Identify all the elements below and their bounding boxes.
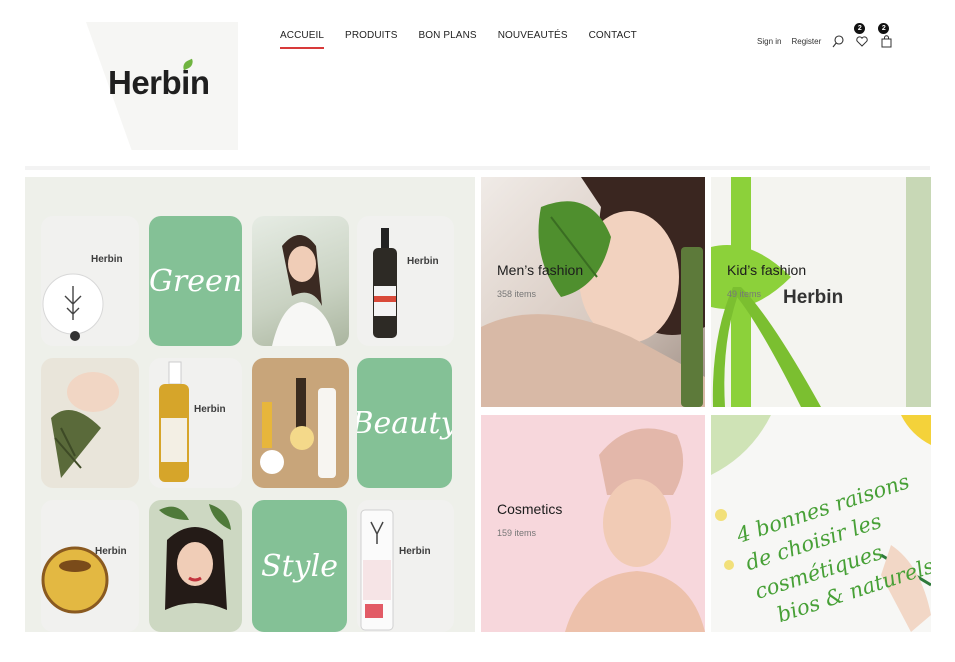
tile-word-beauty: Beauty	[357, 405, 452, 441]
wishlist-button[interactable]: 2	[854, 23, 869, 48]
woman-leaves-tile	[149, 500, 242, 632]
header-divider	[25, 166, 930, 170]
model-photo-tile	[252, 216, 349, 346]
tile-green: Green	[149, 216, 242, 346]
woman-portrait-image	[272, 235, 336, 346]
tile-beauty: Beauty	[357, 358, 452, 488]
site-logo[interactable]: Herbin	[108, 58, 210, 102]
category-count: 358 items	[497, 289, 537, 299]
nav-bon-plans[interactable]: BON PLANS	[419, 30, 477, 45]
towel-model-image	[565, 428, 705, 632]
category-count: 159 items	[497, 528, 537, 538]
search-icon	[832, 34, 844, 47]
category-title: Cosmetics	[497, 501, 563, 517]
nav-accueil[interactable]: ACCUEIL	[280, 30, 325, 49]
cart-button[interactable]: 2	[878, 23, 893, 48]
cart-count-badge: 2	[878, 23, 890, 34]
product-tile-shampoo: Herbin	[357, 500, 454, 632]
hero-collage[interactable]: Herbin Green Herbin Herbin Beaut Herbin …	[25, 177, 475, 632]
nav-nouveautes[interactable]: NOUVEAUTÉS	[498, 30, 568, 45]
products-box-tile	[252, 358, 349, 488]
relaxing-woman-tile	[41, 358, 139, 488]
tile-word-style: Style	[261, 548, 338, 584]
tile-word-green: Green	[149, 263, 242, 299]
shopping-bag-icon	[881, 34, 892, 47]
register-link[interactable]: Register	[791, 37, 821, 46]
logo-text: Herbin	[108, 64, 210, 101]
relaxing-woman-image	[51, 372, 119, 478]
heart-icon	[856, 35, 868, 47]
product-tile-shea-butter: Herbin	[41, 500, 139, 632]
search-button[interactable]	[831, 34, 845, 48]
product-tile-serum: Herbin	[357, 216, 454, 346]
main-nav: ACCUEIL PRODUITS BON PLANS NOUVEAUTÉS CO…	[280, 30, 658, 49]
nav-contact[interactable]: CONTACT	[589, 30, 637, 45]
serum-bottle-image	[373, 228, 397, 338]
products-box-image	[260, 378, 336, 478]
sign-in-link[interactable]: Sign in	[757, 37, 781, 46]
category-card-kids-fashion[interactable]: Herbin Kid’s fashion 49 items	[711, 177, 931, 407]
woman-leaves-image	[159, 504, 231, 610]
category-count: 49 items	[727, 289, 762, 299]
category-title: Men’s fashion	[497, 262, 584, 278]
nav-produits[interactable]: PRODUITS	[345, 30, 397, 45]
promo-card-natural-cosmetics[interactable]: 4 bonnes raisons de choisir les cosmétiq…	[711, 415, 931, 632]
product-tile-soap: Herbin	[41, 216, 139, 346]
oil-bottle-image	[159, 361, 189, 482]
page: Herbin ACCUEIL PRODUITS BON PLANS NOUVEA…	[0, 0, 955, 662]
shampoo-bottle-image	[360, 509, 394, 631]
soap-tin-image	[42, 273, 104, 341]
product-tile-oil-bottle: Herbin	[149, 358, 242, 488]
tile-style: Style	[252, 500, 347, 632]
wishlist-count-badge: 2	[854, 23, 866, 34]
category-card-mens-fashion[interactable]: Men’s fashion 358 items	[481, 177, 705, 407]
shea-butter-tin-image	[41, 546, 109, 614]
category-title: Kid’s fashion	[727, 262, 807, 278]
account-bar: Sign in Register 2 2	[757, 23, 903, 48]
category-card-cosmetics[interactable]: Cosmetics 159 items	[481, 415, 705, 632]
gift-logo-label: Herbin	[783, 287, 844, 308]
